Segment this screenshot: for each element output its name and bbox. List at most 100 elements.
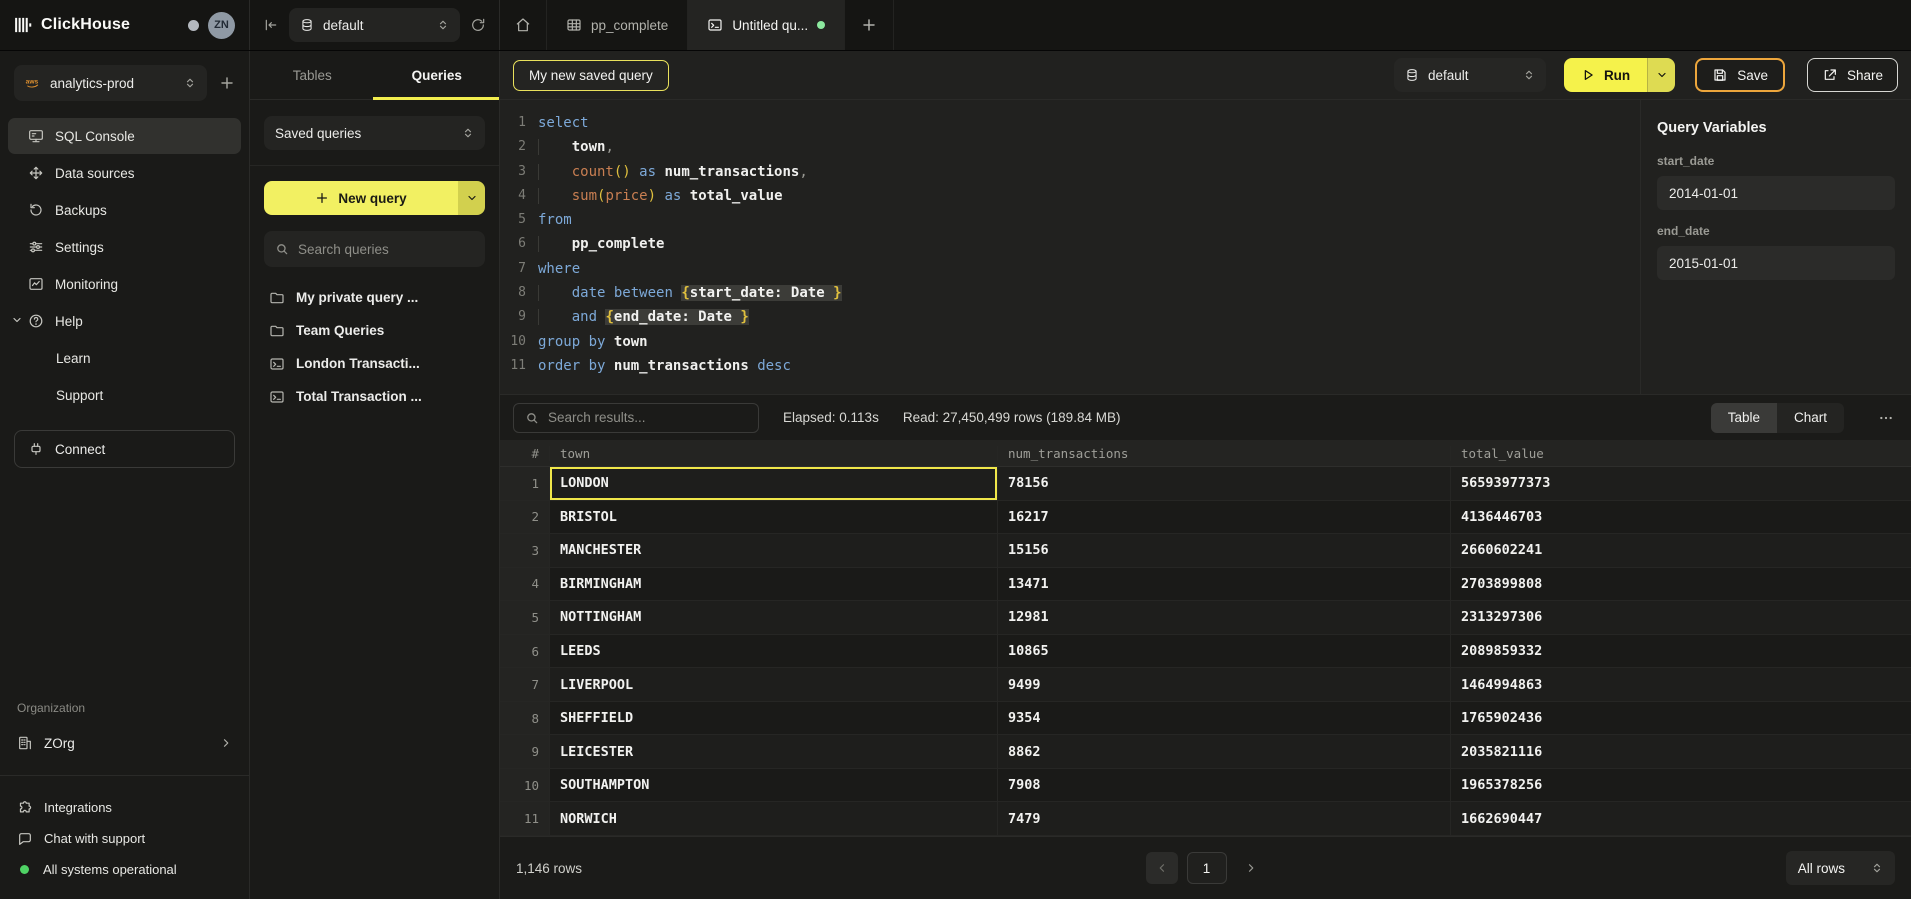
table-cell[interactable]: 15156	[998, 534, 1451, 567]
notification-dot[interactable]	[188, 20, 199, 31]
tab-untitled-query[interactable]: Untitled qu...	[688, 0, 845, 50]
tab-tables[interactable]: Tables	[250, 51, 375, 99]
next-page-button[interactable]	[1236, 852, 1266, 884]
collapse-panel-icon[interactable]	[263, 17, 279, 33]
share-button[interactable]: Share	[1807, 58, 1898, 92]
table-cell[interactable]: 1765902436	[1451, 702, 1911, 735]
table-cell[interactable]: 11	[500, 802, 550, 835]
tab-pp-complete[interactable]: pp_complete	[547, 0, 688, 50]
table-cell[interactable]: 1	[500, 467, 550, 500]
new-tab-button[interactable]	[845, 0, 894, 50]
table-cell[interactable]: 7	[500, 668, 550, 701]
search-queries-input[interactable]	[298, 242, 474, 257]
query-list-item[interactable]: London Transacti...	[250, 347, 499, 380]
save-button[interactable]: Save	[1695, 58, 1785, 92]
sidebar-footer-item-all-systems-operational[interactable]: All systems operational	[0, 854, 249, 885]
table-cell[interactable]: BIRMINGHAM	[550, 568, 998, 601]
table-cell[interactable]: 2	[500, 501, 550, 534]
saved-query-chip[interactable]: My new saved query	[513, 60, 669, 91]
table-cell[interactable]: 2089859332	[1451, 635, 1911, 668]
table-cell[interactable]: 7479	[998, 802, 1451, 835]
table-cell[interactable]: BRISTOL	[550, 501, 998, 534]
table-cell[interactable]: 1464994863	[1451, 668, 1911, 701]
page-size-selector[interactable]: All rows	[1786, 851, 1895, 885]
column-header-index[interactable]: #	[500, 446, 550, 461]
run-options-dropdown[interactable]	[1647, 58, 1675, 92]
table-cell[interactable]: 9499	[998, 668, 1451, 701]
table-cell[interactable]: 5	[500, 601, 550, 634]
run-button-main[interactable]: Run	[1564, 58, 1647, 92]
view-chart-button[interactable]: Chart	[1777, 403, 1844, 433]
table-cell[interactable]: 2035821116	[1451, 735, 1911, 768]
column-header-num_transactions[interactable]: num_transactions	[998, 446, 1451, 461]
sidebar-item-settings[interactable]: Settings	[8, 229, 241, 265]
add-service-icon[interactable]	[219, 75, 235, 91]
table-cell[interactable]: LIVERPOOL	[550, 668, 998, 701]
table-cell[interactable]: 7908	[998, 769, 1451, 802]
table-cell[interactable]: 12981	[998, 601, 1451, 634]
new-query-button[interactable]: New query	[264, 181, 485, 215]
sidebar-item-data-sources[interactable]: Data sources	[8, 155, 241, 191]
table-cell[interactable]: 9	[500, 735, 550, 768]
sidebar-item-learn[interactable]: Learn	[8, 340, 241, 376]
new-query-main[interactable]: New query	[264, 181, 458, 215]
sidebar-item-monitoring[interactable]: Monitoring	[8, 266, 241, 302]
saved-queries-selector[interactable]: Saved queries	[264, 116, 485, 150]
view-table-button[interactable]: Table	[1711, 403, 1777, 433]
sidebar-item-help[interactable]: Help	[8, 303, 241, 339]
run-button[interactable]: Run	[1564, 58, 1675, 92]
table-cell[interactable]: NOTTINGHAM	[550, 601, 998, 634]
table-cell[interactable]: 2660602241	[1451, 534, 1911, 567]
table-cell[interactable]: 8	[500, 702, 550, 735]
query-list-item[interactable]: My private query ...	[250, 281, 499, 314]
query-list-item[interactable]: Total Transaction ...	[250, 380, 499, 413]
table-cell[interactable]: 78156	[998, 467, 1451, 500]
sidebar-item-backups[interactable]: Backups	[8, 192, 241, 228]
database-selector[interactable]: default	[289, 8, 460, 42]
sidebar-item-sql-console[interactable]: SQL Console	[8, 118, 241, 154]
table-cell[interactable]: 4	[500, 568, 550, 601]
table-cell[interactable]: 3	[500, 534, 550, 567]
table-cell[interactable]: 4136446703	[1451, 501, 1911, 534]
table-cell[interactable]: 16217	[998, 501, 1451, 534]
column-header-total_value[interactable]: total_value	[1451, 446, 1911, 461]
new-query-dropdown[interactable]	[458, 181, 485, 215]
prev-page-button[interactable]	[1146, 852, 1178, 884]
end-date-input[interactable]	[1669, 256, 1883, 271]
table-cell[interactable]: 10	[500, 769, 550, 802]
more-options-icon[interactable]	[1878, 410, 1894, 426]
search-results-input[interactable]	[548, 410, 747, 425]
table-cell[interactable]: SHEFFIELD	[550, 702, 998, 735]
table-cell[interactable]: 6	[500, 635, 550, 668]
table-cell[interactable]: 2313297306	[1451, 601, 1911, 634]
table-cell[interactable]: 2703899808	[1451, 568, 1911, 601]
run-database-selector[interactable]: default	[1394, 58, 1546, 92]
table-cell[interactable]: 9354	[998, 702, 1451, 735]
table-cell[interactable]: 1965378256	[1451, 769, 1911, 802]
avatar[interactable]: ZN	[208, 12, 235, 39]
organization-item[interactable]: ZOrg	[0, 725, 249, 761]
query-list-item[interactable]: Team Queries	[250, 314, 499, 347]
table-cell[interactable]: SOUTHAMPTON	[550, 769, 998, 802]
table-cell[interactable]: LEEDS	[550, 635, 998, 668]
column-header-town[interactable]: town	[550, 446, 998, 461]
tab-queries[interactable]: Queries	[375, 51, 500, 99]
table-cell[interactable]: LONDON	[550, 467, 998, 500]
refresh-icon[interactable]	[470, 17, 486, 33]
table-cell[interactable]: LEICESTER	[550, 735, 998, 768]
sidebar-footer-item-chat-with-support[interactable]: Chat with support	[0, 823, 249, 854]
table-cell[interactable]: 8862	[998, 735, 1451, 768]
sql-editor[interactable]: 1select2 town,3 count() as num_transacti…	[500, 100, 1640, 394]
table-cell[interactable]: 1662690447	[1451, 802, 1911, 835]
page-number[interactable]: 1	[1187, 852, 1227, 884]
table-cell[interactable]: 56593977373	[1451, 467, 1911, 500]
workspace-selector[interactable]: aws analytics-prod	[14, 65, 207, 101]
table-cell[interactable]: 13471	[998, 568, 1451, 601]
start-date-input[interactable]	[1669, 186, 1883, 201]
table-cell[interactable]: 10865	[998, 635, 1451, 668]
home-button[interactable]	[500, 0, 547, 50]
sidebar-item-support[interactable]: Support	[8, 377, 241, 413]
sidebar-footer-item-integrations[interactable]: Integrations	[0, 792, 249, 823]
table-cell[interactable]: MANCHESTER	[550, 534, 998, 567]
connect-button[interactable]: Connect	[14, 430, 235, 468]
